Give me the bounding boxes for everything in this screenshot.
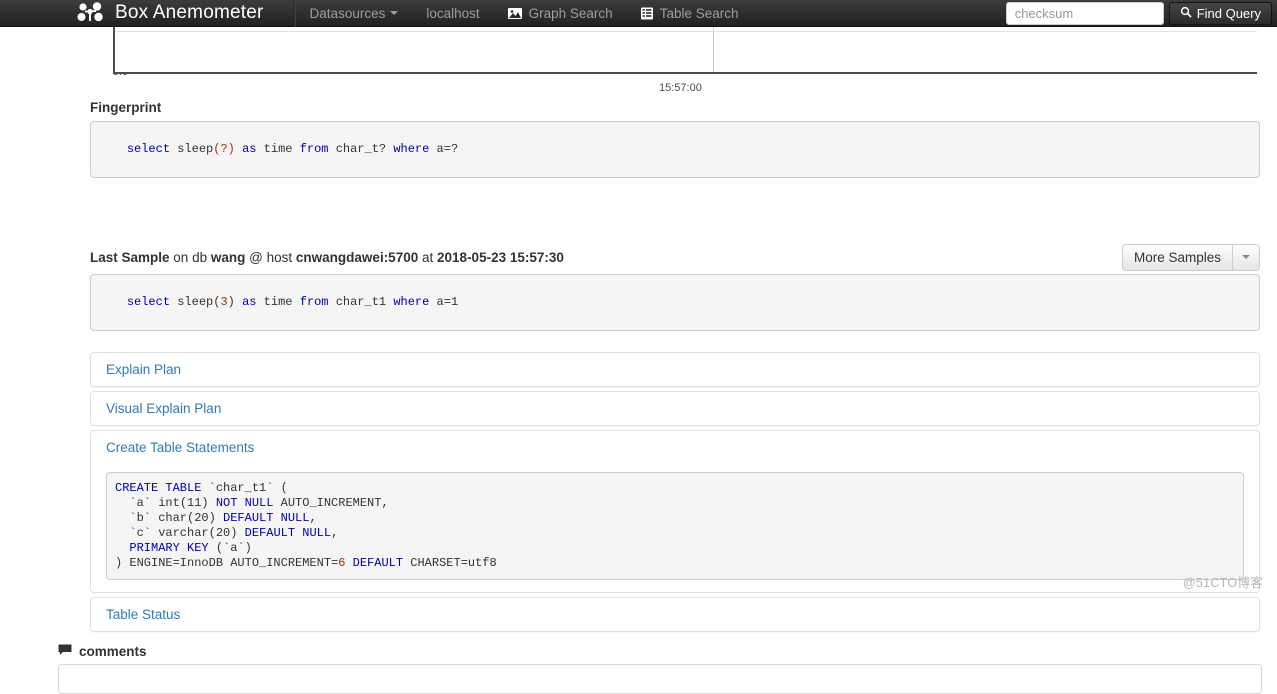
create-table-code: CREATE TABLE `char_t1` ( `a` int(11) NOT… — [106, 472, 1244, 580]
nav-item-datasources[interactable]: Datasources — [296, 0, 413, 27]
nav-item-localhost[interactable]: localhost — [412, 0, 493, 27]
panel-explain-plan: Explain Plan — [90, 352, 1260, 387]
navbar-menu: Datasources localhost Graph Search Table… — [296, 0, 753, 27]
nav-item-graph-search[interactable]: Graph Search — [494, 0, 627, 27]
panel-visual-explain-plan: Visual Explain Plan — [90, 391, 1260, 426]
last-sample-at-label: at — [422, 249, 434, 265]
fingerprint-label: Fingerprint — [90, 100, 162, 115]
panel-link-visual-explain-plan[interactable]: Visual Explain Plan — [106, 401, 221, 416]
comments-header: comments — [58, 644, 1277, 659]
last-sample-timestamp: 2018-05-23 15:57:30 — [437, 249, 564, 265]
panel-link-explain-plan[interactable]: Explain Plan — [106, 362, 181, 377]
nav-item-label: Table Search — [659, 5, 739, 21]
last-sample-description: Last Sample on db wang @ host cnwangdawe… — [90, 250, 564, 265]
top-navbar: Box Anemometer Datasources localhost Gra… — [0, 0, 1277, 27]
x-axis-tick: 15:57:00 — [659, 82, 702, 94]
panel-create-table-statements: Create Table Statements CREATE TABLE `ch… — [90, 430, 1260, 593]
panel-heading-visual-explain-plan[interactable]: Visual Explain Plan — [91, 392, 1259, 425]
navbar-search-form: Find Query — [1005, 0, 1272, 27]
last-sample-on-db-label: on db — [173, 249, 208, 265]
search-input[interactable] — [1005, 2, 1164, 25]
panel-heading-explain-plan[interactable]: Explain Plan — [91, 353, 1259, 386]
molecule-logo-icon — [76, 2, 106, 24]
last-sample-sql: select sleep(3) as time from char_t1 whe… — [90, 274, 1260, 331]
panel-table-status: Table Status — [90, 597, 1260, 632]
panel-body-create-table-statements: CREATE TABLE `char_t1` ( `a` int(11) NOT… — [91, 464, 1259, 592]
watermark: @51CTO博客 — [1182, 576, 1263, 590]
comments-label: comments — [79, 644, 147, 659]
comments-input[interactable] — [58, 664, 1262, 694]
more-samples-dropdown-toggle[interactable] — [1233, 243, 1260, 271]
nav-item-label: localhost — [426, 5, 480, 21]
search-icon — [1180, 6, 1192, 21]
more-samples-button-group: More Samples — [1121, 243, 1260, 271]
nav-item-label: Graph Search — [528, 5, 613, 21]
last-sample-host: cnwangdawei:5700 — [295, 249, 419, 265]
table-list-icon — [640, 7, 653, 20]
last-sample-db: wang — [210, 249, 246, 265]
last-sample-title: Last Sample — [90, 249, 170, 265]
last-sample-sql-tokens: select sleep(3) as time from char_t1 whe… — [126, 295, 459, 309]
panel-link-table-status[interactable]: Table Status — [106, 607, 180, 622]
find-query-label: Find Query — [1196, 6, 1261, 21]
panel-heading-table-status[interactable]: Table Status — [91, 598, 1259, 631]
panel-heading-create-table-statements[interactable]: Create Table Statements — [91, 431, 1259, 464]
image-chart-icon — [507, 7, 522, 20]
find-query-button[interactable]: Find Query — [1168, 2, 1272, 25]
nav-item-label: Datasources — [309, 5, 386, 21]
last-sample-host-label: host — [266, 249, 293, 265]
query-details-accordion: Explain Plan Visual Explain Plan Create … — [90, 352, 1260, 632]
create-table-tokens: CREATE TABLE `char_t1` ( `a` int(11) NOT… — [115, 481, 497, 570]
nav-item-table-search[interactable]: Table Search — [627, 0, 753, 27]
main-content: Fingerprint select sleep(?) as time from… — [0, 100, 1277, 694]
chevron-down-icon — [390, 11, 399, 15]
fingerprint-sql: select sleep(?) as time from char_t? whe… — [90, 121, 1260, 178]
caret-down-icon — [1242, 255, 1250, 259]
brand-title: Box Anemometer — [115, 2, 264, 23]
last-sample-at-symbol: @ — [249, 249, 263, 265]
last-sample-header: Last Sample on db wang @ host cnwangdawe… — [90, 240, 1260, 274]
comment-bubble-icon — [58, 644, 72, 659]
chart-gridline-horizontal — [115, 31, 1257, 32]
fingerprint-sql-tokens: select sleep(?) as time from char_t? whe… — [126, 142, 459, 156]
brand-link[interactable]: Box Anemometer — [76, 0, 264, 27]
comments-section: comments — [58, 644, 1277, 694]
more-samples-button[interactable]: More Samples — [1121, 243, 1233, 271]
panel-link-create-table-statements[interactable]: Create Table Statements — [106, 440, 254, 455]
